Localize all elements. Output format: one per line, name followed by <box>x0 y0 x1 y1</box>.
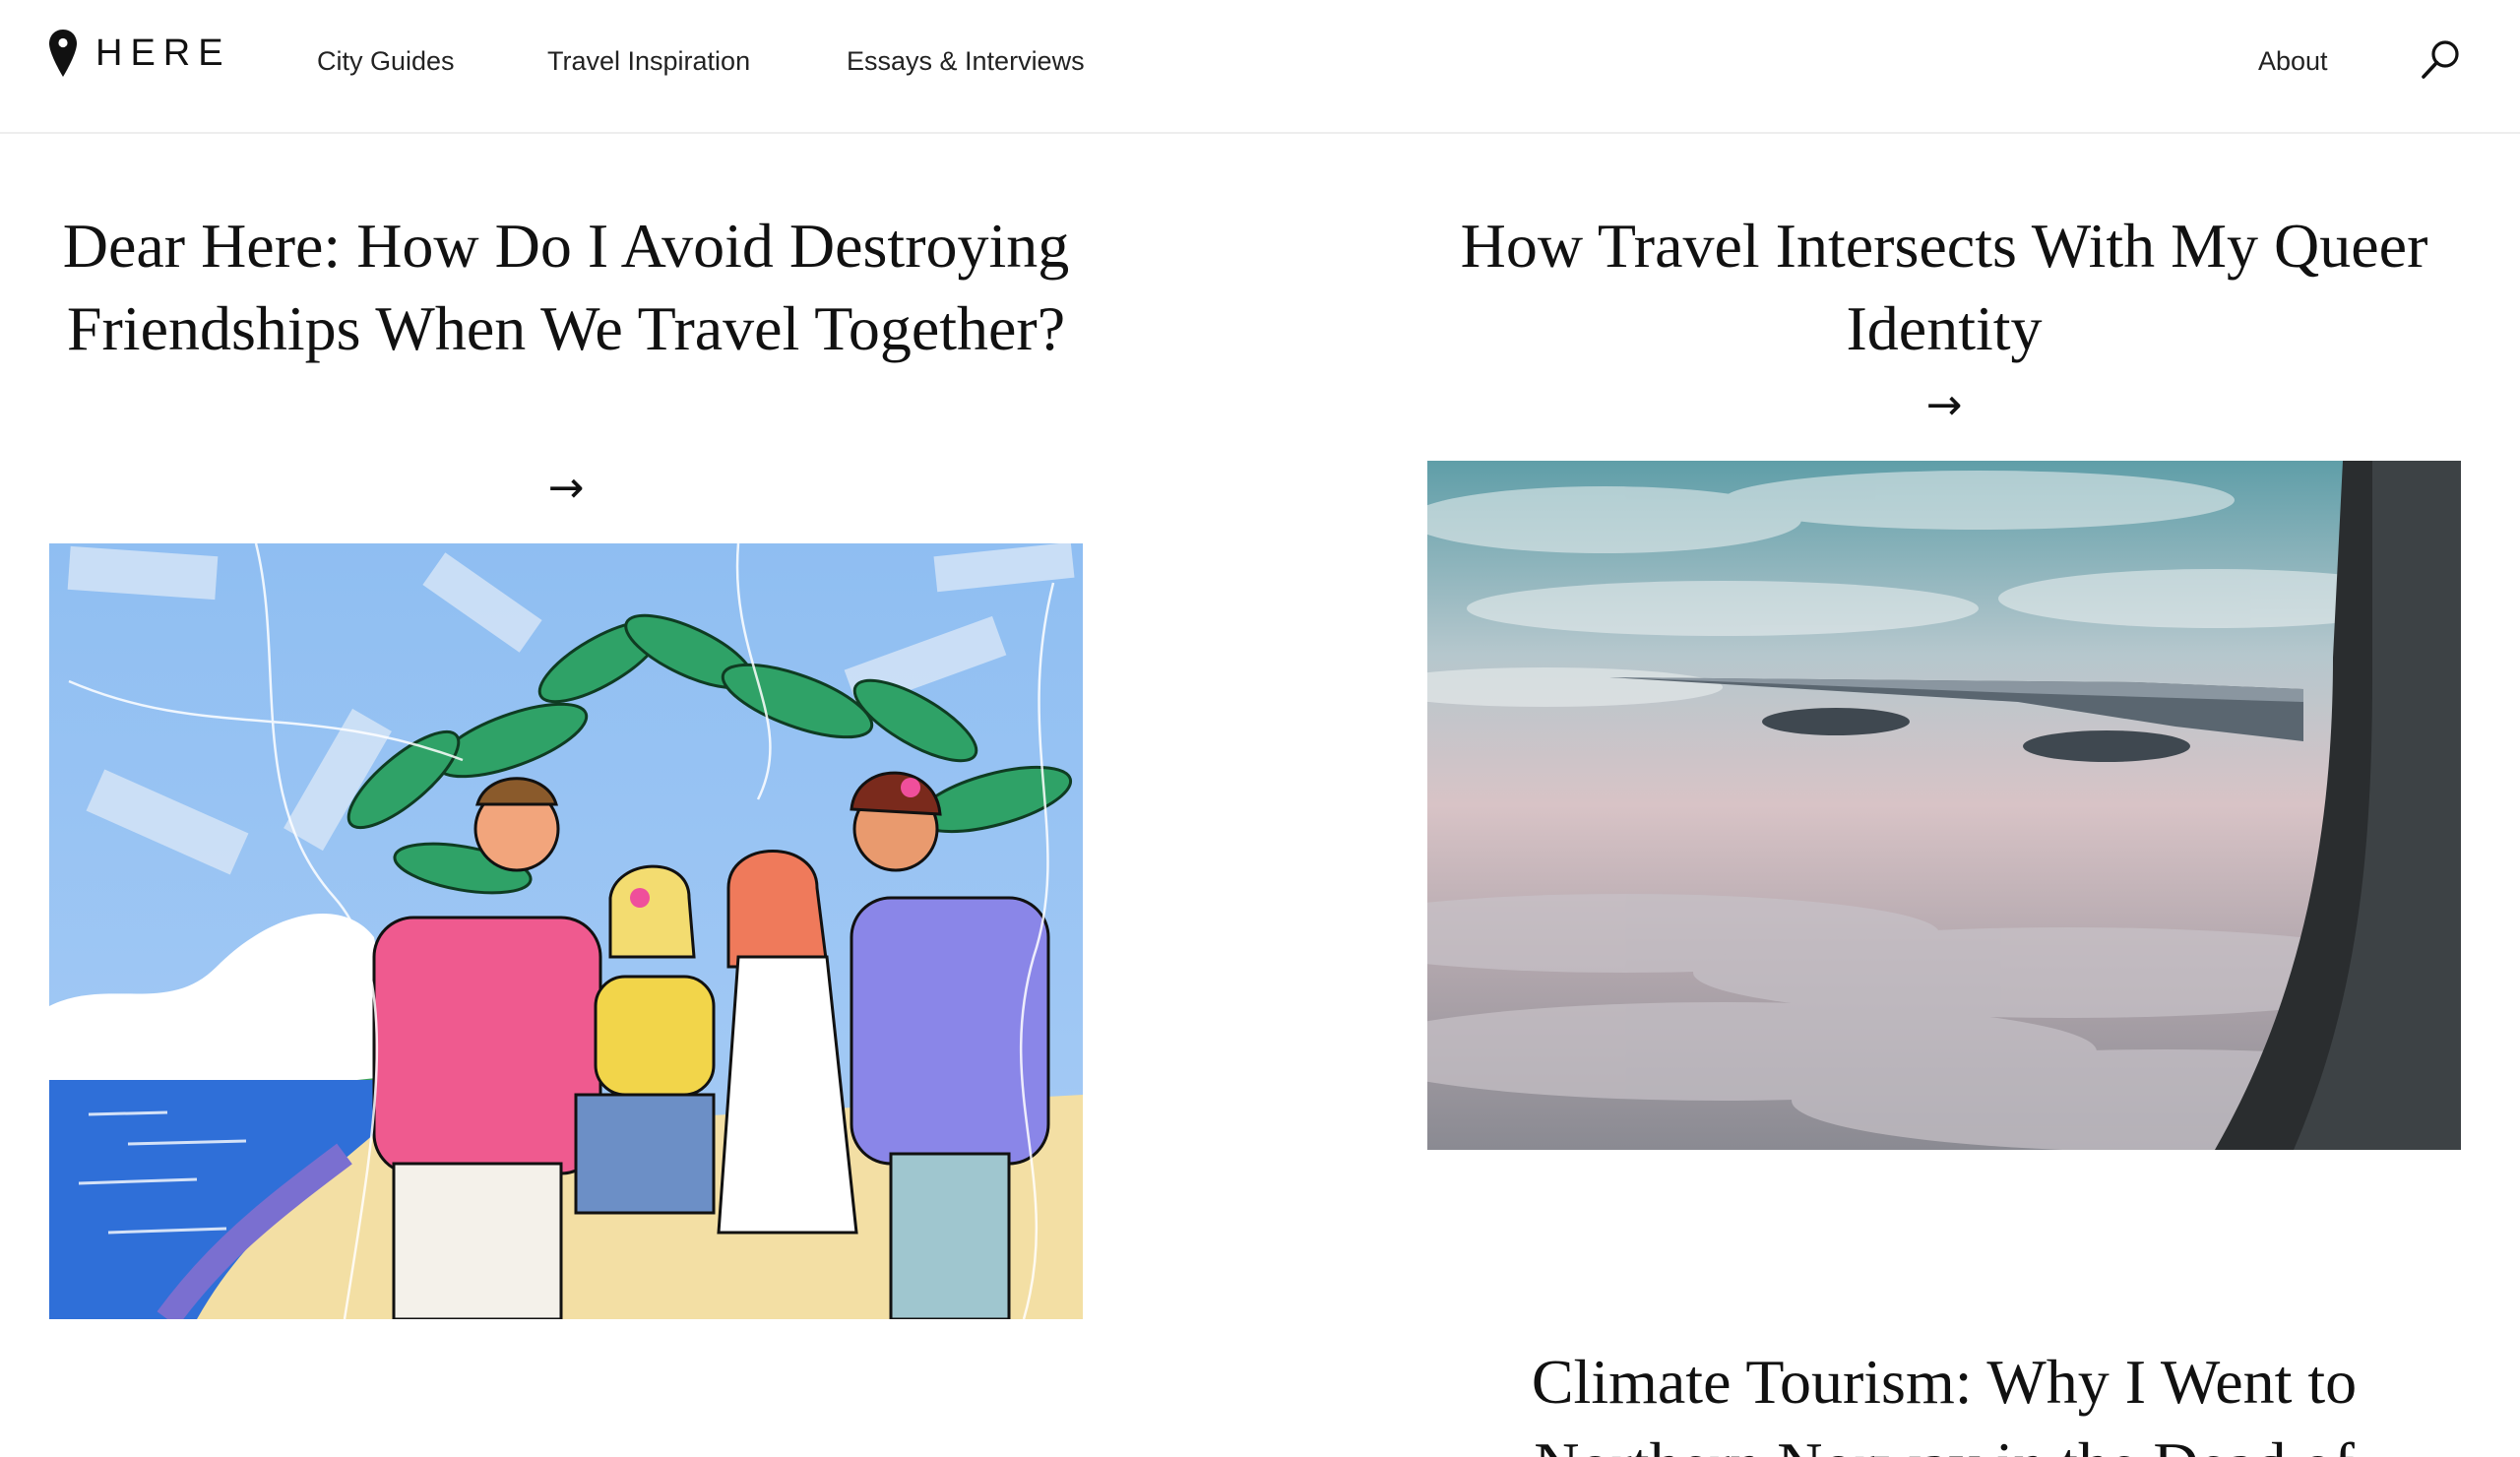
nav-travel-inspiration[interactable]: Travel Inspiration <box>547 43 750 79</box>
site-header: HERE City Guides Travel Inspiration Essa… <box>0 0 2520 134</box>
article-title-friendships[interactable]: Dear Here: How Do I Avoid Destroying Fri… <box>39 205 1093 370</box>
nav-city-guides[interactable]: City Guides <box>317 43 455 79</box>
article-image-beach-friends[interactable] <box>49 543 1083 1319</box>
nav-about[interactable]: About <box>2258 43 2328 79</box>
article-title-climate-tourism[interactable]: Climate Tourism: Why I Went to Northern … <box>1418 1341 2471 1457</box>
airplane-window-photo <box>1427 461 2461 1150</box>
search-icon <box>2422 40 2459 79</box>
logo-text: HERE <box>95 32 231 74</box>
map-pin-icon <box>49 30 77 77</box>
nav-essays-interviews[interactable]: Essays & Interviews <box>847 43 1085 79</box>
home-logo-link[interactable]: HERE <box>48 28 231 79</box>
beach-illustration <box>49 543 1083 1319</box>
article-image-airplane-wing[interactable] <box>1427 461 2461 1150</box>
search-button[interactable] <box>2420 37 2463 81</box>
article-title-queer-identity[interactable]: How Travel Intersects With My Queer Iden… <box>1418 205 2471 370</box>
arrow-right-icon[interactable]: → <box>39 467 1093 510</box>
arrow-right-icon[interactable]: → <box>1418 384 2471 427</box>
